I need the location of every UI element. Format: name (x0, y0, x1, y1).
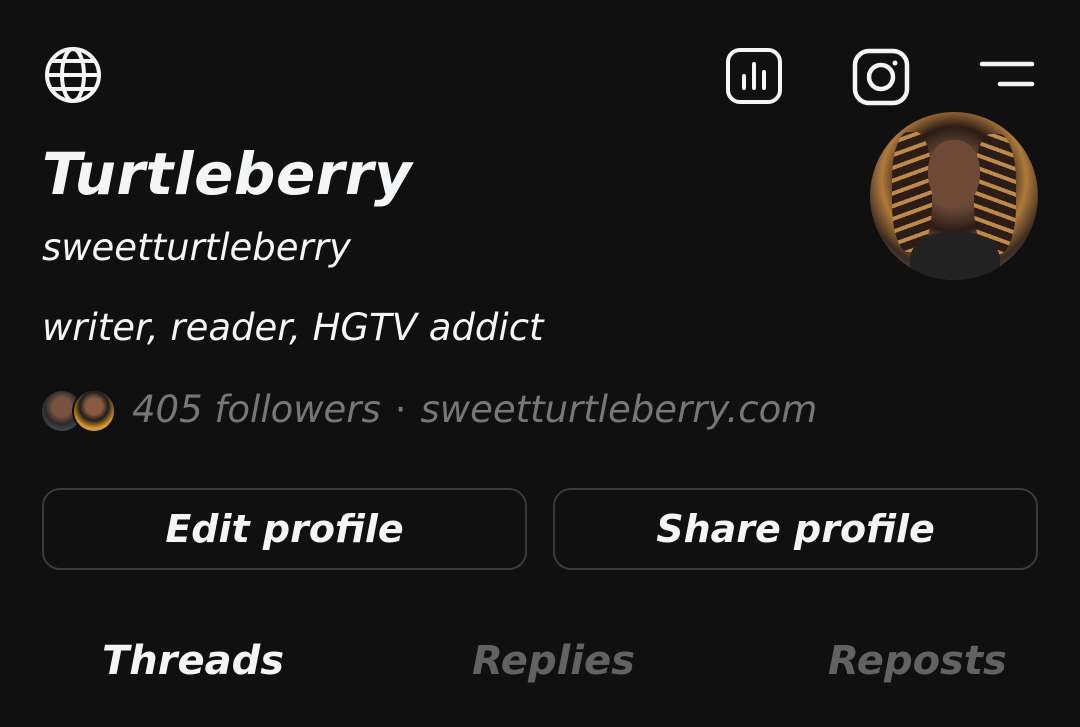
edit-profile-button[interactable]: Edit profile (42, 488, 527, 570)
avatar[interactable] (870, 112, 1038, 280)
share-profile-button[interactable]: Share profile (553, 488, 1038, 570)
tab-replies[interactable]: Replies (472, 638, 635, 684)
profile-tabs: Threads Replies Reposts (0, 630, 1080, 710)
username: sweetturtleberry (42, 226, 351, 269)
globe-icon[interactable] (40, 42, 106, 108)
followers-count[interactable]: 405 followers (132, 388, 381, 431)
avatar-hair (892, 132, 932, 252)
display-name: Turtleberry (42, 140, 413, 208)
profile-link[interactable]: sweetturtleberry.com (421, 388, 818, 431)
follower-avatar (72, 389, 116, 433)
instagram-icon[interactable] (848, 44, 914, 110)
tab-reposts[interactable]: Reposts (828, 638, 1007, 684)
insights-icon[interactable] (722, 44, 786, 108)
separator-dot: · (394, 387, 407, 431)
follower-avatars[interactable] (40, 386, 120, 433)
followers-row: 405 followers · sweetturtleberry.com (40, 384, 817, 434)
bio: writer, reader, HGTV addict (42, 306, 544, 349)
tab-threads[interactable]: Threads (102, 638, 284, 684)
avatar-shirt (910, 232, 1000, 280)
avatar-face (928, 140, 980, 208)
menu-icon[interactable] (974, 50, 1038, 98)
